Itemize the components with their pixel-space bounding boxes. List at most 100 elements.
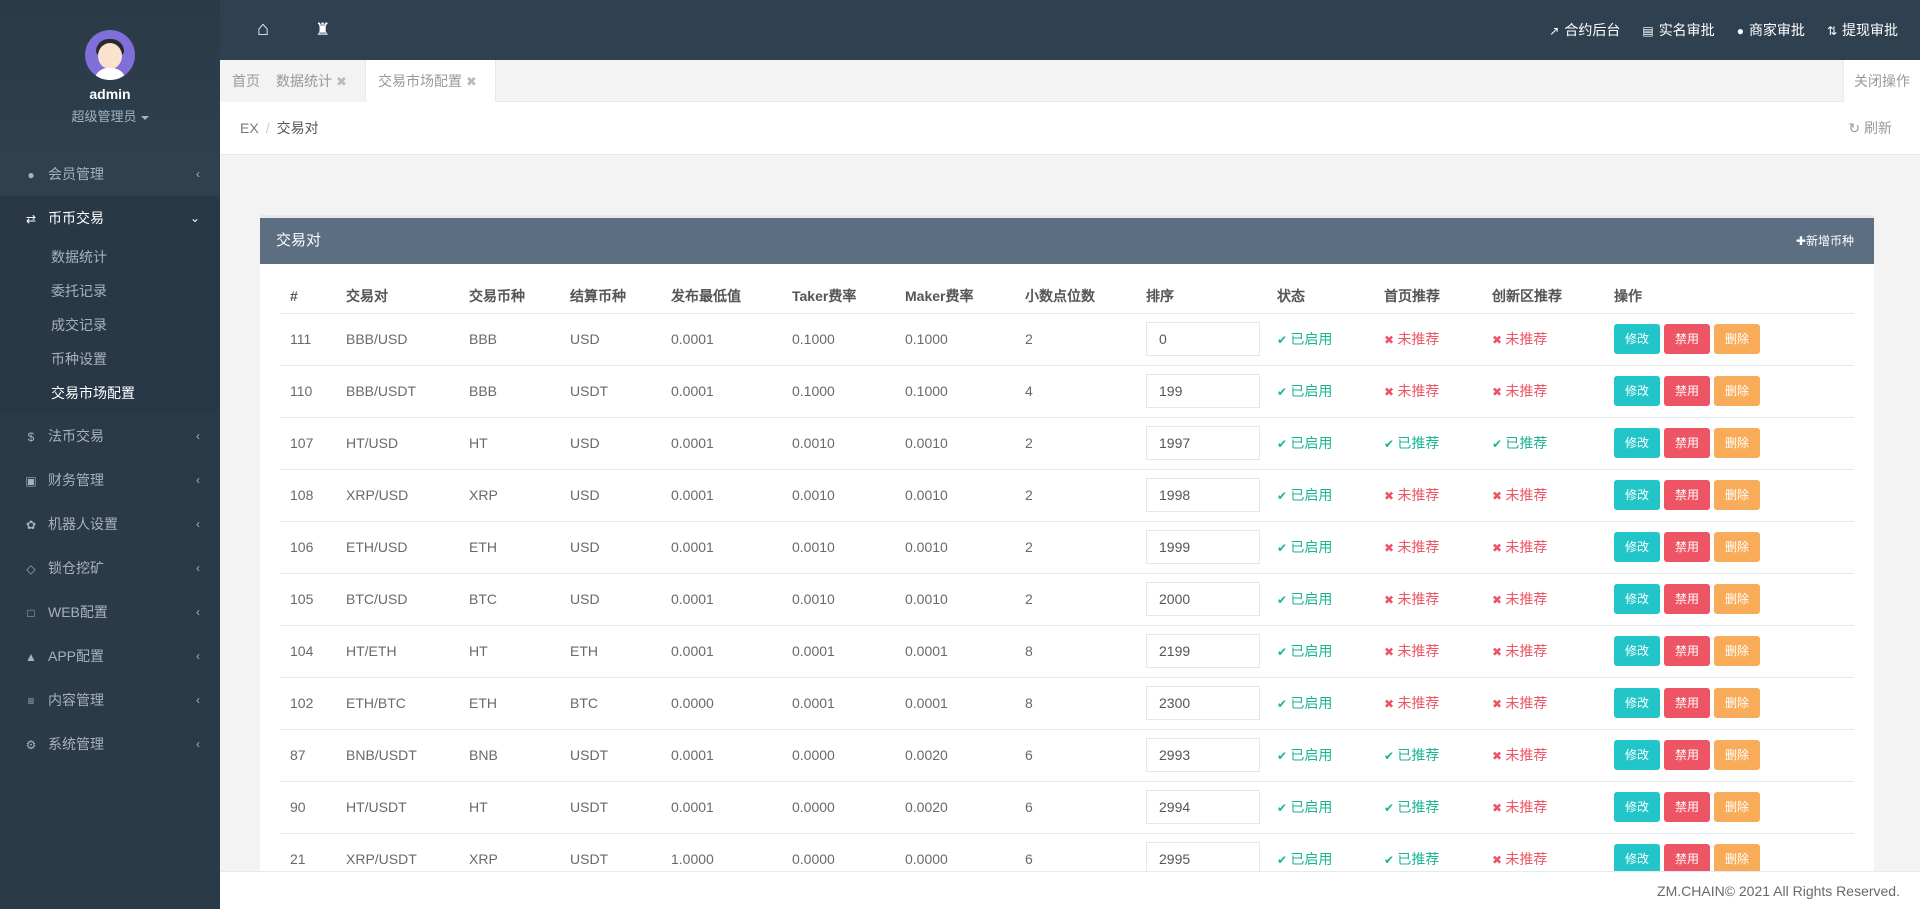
cell-status[interactable]: ✔ 已启用 [1267,417,1374,470]
role-dropdown[interactable]: 超级管理员 [0,106,220,125]
sort-input[interactable] [1146,790,1260,824]
cell-home-recommend[interactable]: ✖ 未推荐 [1374,313,1482,366]
home-icon[interactable]: ⌂ [257,18,269,41]
disable-button[interactable]: 禁用 [1664,584,1710,614]
cell-innovation-recommend[interactable]: ✔ 已推荐 [1482,417,1604,470]
disable-button[interactable]: 禁用 [1664,324,1710,354]
disable-button[interactable]: 禁用 [1664,688,1710,718]
delete-button[interactable]: 删除 [1714,480,1760,510]
delete-button[interactable]: 删除 [1714,324,1760,354]
sidebar-sub-orders[interactable]: 委托记录 [0,274,220,308]
withdraw-approval-link[interactable]: ⇅ 提现审批 [1827,0,1898,60]
edit-button[interactable]: 修改 [1614,740,1660,770]
sidebar-item-web-config[interactable]: □ WEB配置 ‹ [0,590,220,634]
breadcrumb-root[interactable]: EX [240,120,259,136]
sidebar-item-coin-trading[interactable]: ⇄ 币币交易 ⌄ [0,196,220,240]
disable-button[interactable]: 禁用 [1664,844,1710,871]
close-icon[interactable]: ✖ [466,74,477,89]
delete-button[interactable]: 删除 [1714,688,1760,718]
cell-home-recommend[interactable]: ✖ 未推荐 [1374,573,1482,626]
edit-button[interactable]: 修改 [1614,324,1660,354]
cell-innovation-recommend[interactable]: ✖ 未推荐 [1482,833,1604,871]
cell-innovation-recommend[interactable]: ✖ 未推荐 [1482,625,1604,678]
delete-button[interactable]: 删除 [1714,844,1760,871]
disable-button[interactable]: 禁用 [1664,480,1710,510]
edit-button[interactable]: 修改 [1614,428,1660,458]
delete-button[interactable]: 删除 [1714,584,1760,614]
sort-input[interactable] [1146,374,1260,408]
edit-button[interactable]: 修改 [1614,844,1660,871]
tab-market-config[interactable]: 交易市场配置 ✖ [366,60,496,102]
edit-button[interactable]: 修改 [1614,792,1660,822]
add-coin-button[interactable]: ✚新增币种 [1796,218,1854,264]
cell-home-recommend[interactable]: ✖ 未推荐 [1374,521,1482,574]
edit-button[interactable]: 修改 [1614,376,1660,406]
disable-button[interactable]: 禁用 [1664,532,1710,562]
edit-button[interactable]: 修改 [1614,480,1660,510]
kyc-approval-link[interactable]: ▤ 实名审批 [1642,0,1714,60]
cell-home-recommend[interactable]: ✖ 未推荐 [1374,469,1482,522]
sort-input[interactable] [1146,530,1260,564]
cell-home-recommend[interactable]: ✖ 未推荐 [1374,677,1482,730]
cell-innovation-recommend[interactable]: ✖ 未推荐 [1482,573,1604,626]
sort-input[interactable] [1146,842,1260,871]
cell-status[interactable]: ✔ 已启用 [1267,625,1374,678]
cell-home-recommend[interactable]: ✔ 已推荐 [1374,781,1482,834]
sidebar-item-content[interactable]: ≡ 内容管理 ‹ [0,678,220,722]
sidebar-sub-trades[interactable]: 成交记录 [0,308,220,342]
delete-button[interactable]: 删除 [1714,792,1760,822]
sort-input[interactable] [1146,686,1260,720]
cell-innovation-recommend[interactable]: ✖ 未推荐 [1482,365,1604,418]
delete-button[interactable]: 删除 [1714,428,1760,458]
contract-admin-link[interactable]: ↗ 合约后台 [1549,0,1620,60]
edit-button[interactable]: 修改 [1614,688,1660,718]
cell-home-recommend[interactable]: ✖ 未推荐 [1374,365,1482,418]
merchant-approval-link[interactable]: ● 商家审批 [1737,0,1805,60]
sort-input[interactable] [1146,478,1260,512]
close-icon[interactable]: ✖ [336,74,347,89]
delete-button[interactable]: 删除 [1714,636,1760,666]
sidebar-item-finance[interactable]: ▣ 财务管理 ‹ [0,458,220,502]
sidebar-sub-market-config[interactable]: 交易市场配置 [0,376,220,410]
cell-home-recommend[interactable]: ✖ 未推荐 [1374,625,1482,678]
tab-data-stats[interactable]: 数据统计 ✖ [264,60,366,102]
sidebar-item-mining[interactable]: ◇ 锁仓挖矿 ‹ [0,546,220,590]
sort-input[interactable] [1146,322,1260,356]
refresh-button[interactable]: ↻ 刷新 [1848,102,1892,155]
broom-icon[interactable]: ♜ [315,20,330,40]
sidebar-item-app-config[interactable]: ▲ APP配置 ‹ [0,634,220,678]
cell-home-recommend[interactable]: ✔ 已推荐 [1374,729,1482,782]
avatar[interactable] [85,30,135,80]
sidebar-item-fiat[interactable]: $ 法币交易 ‹ [0,414,220,458]
cell-home-recommend[interactable]: ✔ 已推荐 [1374,417,1482,470]
disable-button[interactable]: 禁用 [1664,740,1710,770]
edit-button[interactable]: 修改 [1614,636,1660,666]
delete-button[interactable]: 删除 [1714,532,1760,562]
cell-status[interactable]: ✔ 已启用 [1267,781,1374,834]
sort-input[interactable] [1146,426,1260,460]
sidebar-item-members[interactable]: ● 会员管理 ‹ [0,152,220,196]
cell-home-recommend[interactable]: ✔ 已推荐 [1374,833,1482,871]
disable-button[interactable]: 禁用 [1664,636,1710,666]
cell-innovation-recommend[interactable]: ✖ 未推荐 [1482,729,1604,782]
sidebar-item-robot[interactable]: ✿ 机器人设置 ‹ [0,502,220,546]
sort-input[interactable] [1146,582,1260,616]
cell-status[interactable]: ✔ 已启用 [1267,469,1374,522]
cell-status[interactable]: ✔ 已启用 [1267,729,1374,782]
delete-button[interactable]: 删除 [1714,376,1760,406]
cell-status[interactable]: ✔ 已启用 [1267,313,1374,366]
cell-status[interactable]: ✔ 已启用 [1267,833,1374,871]
disable-button[interactable]: 禁用 [1664,792,1710,822]
cell-innovation-recommend[interactable]: ✖ 未推荐 [1482,521,1604,574]
cell-status[interactable]: ✔ 已启用 [1267,573,1374,626]
edit-button[interactable]: 修改 [1614,532,1660,562]
close-operations-button[interactable]: 关闭操作 [1843,60,1920,102]
cell-innovation-recommend[interactable]: ✖ 未推荐 [1482,313,1604,366]
disable-button[interactable]: 禁用 [1664,376,1710,406]
cell-status[interactable]: ✔ 已启用 [1267,521,1374,574]
cell-innovation-recommend[interactable]: ✖ 未推荐 [1482,677,1604,730]
cell-status[interactable]: ✔ 已启用 [1267,365,1374,418]
cell-innovation-recommend[interactable]: ✖ 未推荐 [1482,781,1604,834]
cell-status[interactable]: ✔ 已启用 [1267,677,1374,730]
sort-input[interactable] [1146,738,1260,772]
